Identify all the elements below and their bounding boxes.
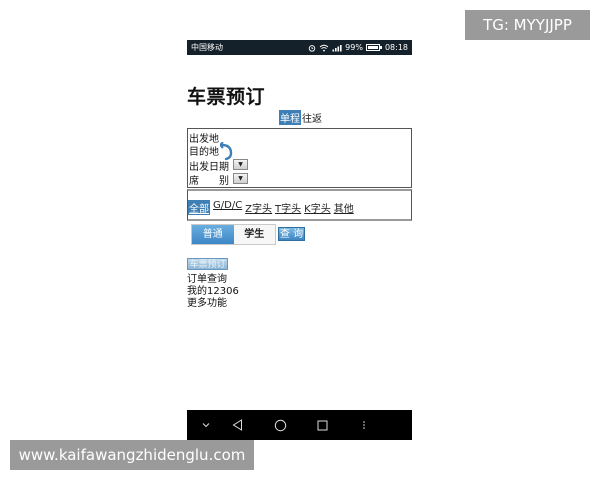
watermark-url: www.kaifawangzhidenglu.com xyxy=(10,440,254,470)
watermark-tg: TG: MYYJJPP xyxy=(465,10,590,40)
to-station-field[interactable]: 目的地 xyxy=(189,143,219,158)
menu-more-functions[interactable]: 更多功能 xyxy=(187,294,227,309)
wifi-icon xyxy=(319,44,329,52)
phone-screen: 中国移动 99% 08:18 车票预订 单程 往返 出发地 目的地 出发日期 ▼… xyxy=(187,40,412,440)
status-icons: 99% 08:18 xyxy=(308,40,408,55)
android-nav-bar xyxy=(187,410,412,440)
date-select[interactable]: ▼ xyxy=(233,159,248,170)
filter-all[interactable]: 全部 xyxy=(188,200,210,215)
trip-type-one-way[interactable]: 单程 xyxy=(279,110,301,125)
battery-tip xyxy=(379,46,382,49)
more-dots-icon[interactable] xyxy=(357,410,371,440)
tab-regular[interactable]: 普通 xyxy=(192,225,234,244)
trip-type-round-trip[interactable]: 往返 xyxy=(301,110,323,125)
train-type-filter: 全部 G/D/C Z字头 T字头 K字头 其他 xyxy=(187,189,412,221)
trip-type-toggle: 单程 往返 xyxy=(279,110,323,125)
tab-student[interactable]: 学生 xyxy=(233,225,275,244)
battery-percent: 99% xyxy=(345,43,363,52)
query-button[interactable]: 查 询 xyxy=(278,227,305,241)
ticket-type-tabs: 普通 学生 xyxy=(191,224,276,245)
seat-class-select[interactable]: ▼ xyxy=(233,173,248,184)
menu-ticket-booking[interactable]: 车票预订 xyxy=(187,258,228,270)
carrier-name: 中国移动 xyxy=(191,43,223,52)
page-title: 车票预订 xyxy=(187,86,266,108)
departure-date-label: 出发日期 xyxy=(189,162,229,173)
filter-gdc[interactable]: G/D/C xyxy=(213,200,242,215)
filter-k[interactable]: K字头 xyxy=(304,200,331,215)
seat-class-label: 席 别 xyxy=(189,176,229,187)
filter-z[interactable]: Z字头 xyxy=(245,200,272,215)
clock: 08:18 xyxy=(384,43,408,52)
home-circle-icon[interactable] xyxy=(272,410,288,440)
search-form: 出发地 目的地 出发日期 ▼ 席 别 ▼ xyxy=(187,128,412,188)
filter-other[interactable]: 其他 xyxy=(334,200,354,215)
battery-icon xyxy=(365,44,380,51)
recent-square-icon[interactable] xyxy=(314,410,330,440)
chevron-down-icon[interactable] xyxy=(199,410,213,440)
status-bar: 中国移动 99% 08:18 xyxy=(187,40,412,55)
filter-t[interactable]: T字头 xyxy=(275,200,301,215)
alarm-icon xyxy=(308,44,316,52)
back-triangle-icon[interactable] xyxy=(229,410,245,440)
signal-icon xyxy=(332,44,342,52)
